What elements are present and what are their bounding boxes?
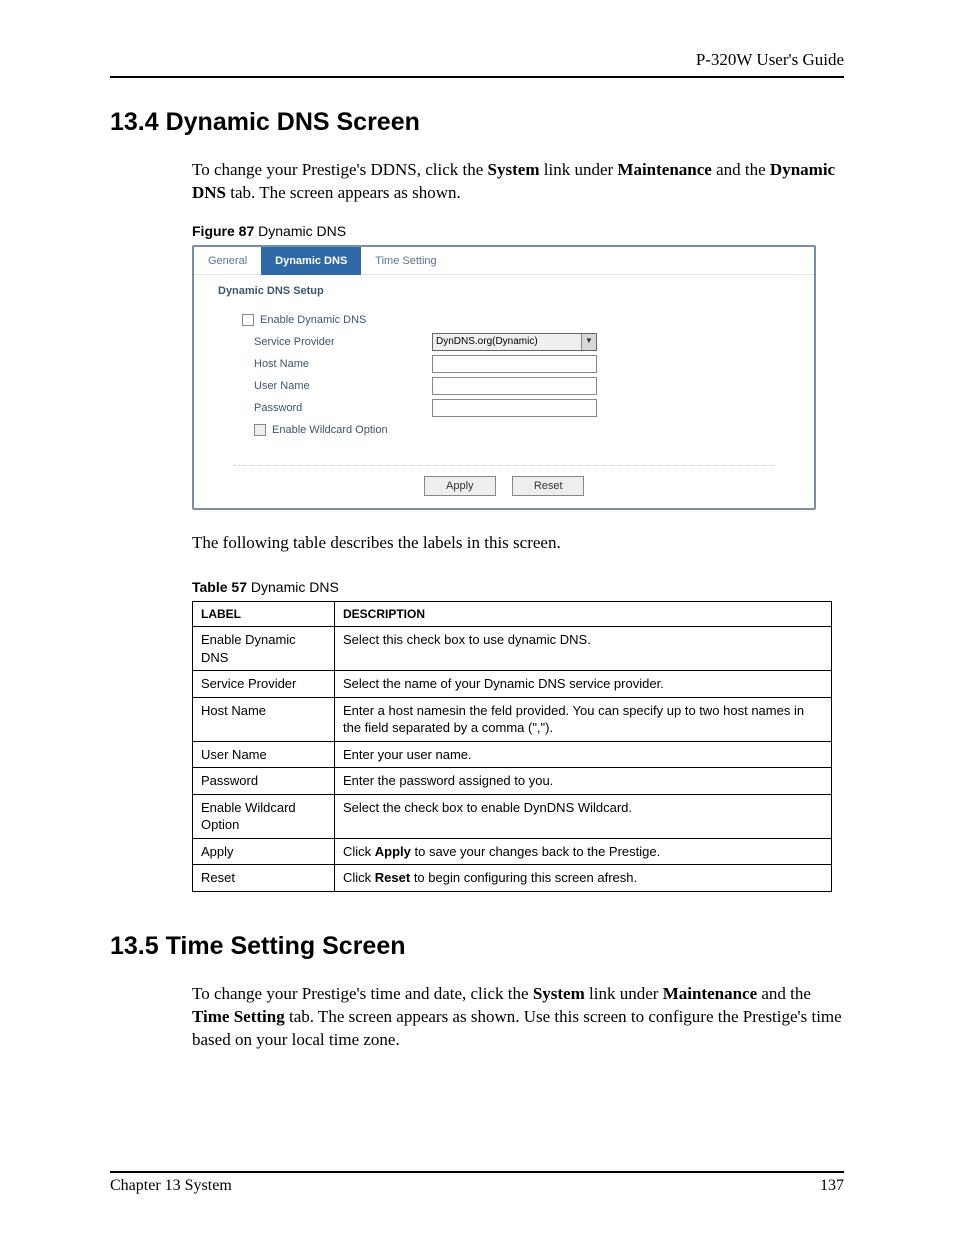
table-row: Password Enter the password assigned to … [193,768,832,795]
td-desc: Select the check box to enable DynDNS Wi… [335,794,832,838]
td-label: Apply [193,838,335,865]
figure-dynamic-dns: GeneralDynamic DNSTime Setting Dynamic D… [192,245,816,510]
td-desc: Enter the password assigned to you. [335,768,832,795]
td-desc: Enter your user name. [335,741,832,768]
input-password[interactable] [432,399,597,417]
label-service-provider: Service Provider [242,336,432,348]
label-host-name: Host Name [242,358,432,370]
label-enable-wildcard: Enable Wildcard Option [272,424,388,436]
rule-top [110,76,844,78]
t: and the [712,160,770,179]
table-number: Table 57 [192,579,247,595]
td-desc: Click Apply to save your changes back to… [335,838,832,865]
t: tab. The screen appears as shown. [226,183,461,202]
figure-title: Dynamic DNS [254,223,346,239]
chevron-down-icon: ▼ [581,334,596,350]
label-password: Password [242,402,432,414]
header-guide: P-320W User's Guide [110,50,844,70]
th-label: Label [193,601,335,626]
table-row: Service Provider Select the name of your… [193,671,832,698]
section-134-para: To change your Prestige's DDNS, click th… [192,159,844,205]
table-row: User Name Enter your user name. [193,741,832,768]
t-bold: System [488,160,540,179]
td-label: Enable Dynamic DNS [193,627,335,671]
rule-bottom [110,1171,844,1173]
td-label: Service Provider [193,671,335,698]
footer-page-number: 137 [820,1177,844,1195]
table-caption: Table 57 Dynamic DNS [192,579,844,595]
td-desc: Enter a host namesin the feld provided. … [335,697,832,741]
figure-number: Figure 87 [192,223,254,239]
label-enable-ddns: Enable Dynamic DNS [260,314,366,326]
td-label: Reset [193,865,335,892]
t: and the [757,984,811,1003]
table-intro: The following table describes the labels… [192,532,844,555]
figure-divider [234,465,774,466]
apply-button[interactable]: Apply [424,476,496,496]
select-service-provider[interactable]: DynDNS.org(Dynamic) ▼ [432,333,597,351]
label-enable-ddns-wrap: Enable Dynamic DNS [242,314,432,326]
td-desc: Select the name of your Dynamic DNS serv… [335,671,832,698]
checkbox-enable-ddns[interactable] [242,314,254,326]
table-row: Label Description [193,601,832,626]
reset-button[interactable]: Reset [512,476,584,496]
table-row: Host Name Enter a host namesin the feld … [193,697,832,741]
checkbox-enable-wildcard[interactable] [254,424,266,436]
t: To change your Prestige's time and date,… [192,984,533,1003]
td-label: Password [193,768,335,795]
table-row: Enable Wildcard Option Select the check … [193,794,832,838]
th-description: Description [335,601,832,626]
section-135-title: 13.5 Time Setting Screen [110,932,844,961]
select-service-provider-value: DynDNS.org(Dynamic) [436,336,538,347]
figure-caption: Figure 87 Dynamic DNS [192,223,844,239]
footer-chapter: Chapter 13 System [110,1177,232,1195]
t-bold: System [533,984,585,1003]
td-label: User Name [193,741,335,768]
section-134-title: 13.4 Dynamic DNS Screen [110,108,844,137]
t-bold: Time Setting [192,1007,285,1026]
input-host-name[interactable] [432,355,597,373]
t: link under [585,984,663,1003]
t: tab. The screen appears as shown. Use th… [192,1007,842,1049]
tab-time-setting[interactable]: Time Setting [361,247,450,275]
label-enable-wildcard-wrap: Enable Wildcard Option [242,424,432,436]
table-dynamic-dns: Label Description Enable Dynamic DNS Sel… [192,601,832,892]
tab-bar: GeneralDynamic DNSTime Setting [194,247,814,275]
t: link under [540,160,618,179]
td-desc: Select this check box to use dynamic DNS… [335,627,832,671]
table-row: Enable Dynamic DNS Select this check box… [193,627,832,671]
td-label: Host Name [193,697,335,741]
tab-general[interactable]: General [194,247,261,275]
td-label: Enable Wildcard Option [193,794,335,838]
tab-dynamic-dns[interactable]: Dynamic DNS [261,247,361,275]
td-desc: Click Reset to begin configuring this sc… [335,865,832,892]
table-title: Dynamic DNS [247,579,339,595]
section-135-para: To change your Prestige's time and date,… [192,983,844,1052]
t: To change your Prestige's DDNS, click th… [192,160,488,179]
figure-section-title: Dynamic DNS Setup [194,275,814,305]
table-row: Reset Click Reset to begin configuring t… [193,865,832,892]
input-user-name[interactable] [432,377,597,395]
label-user-name: User Name [242,380,432,392]
t-bold: Maintenance [617,160,711,179]
table-row: Apply Click Apply to save your changes b… [193,838,832,865]
t-bold: Maintenance [663,984,757,1003]
